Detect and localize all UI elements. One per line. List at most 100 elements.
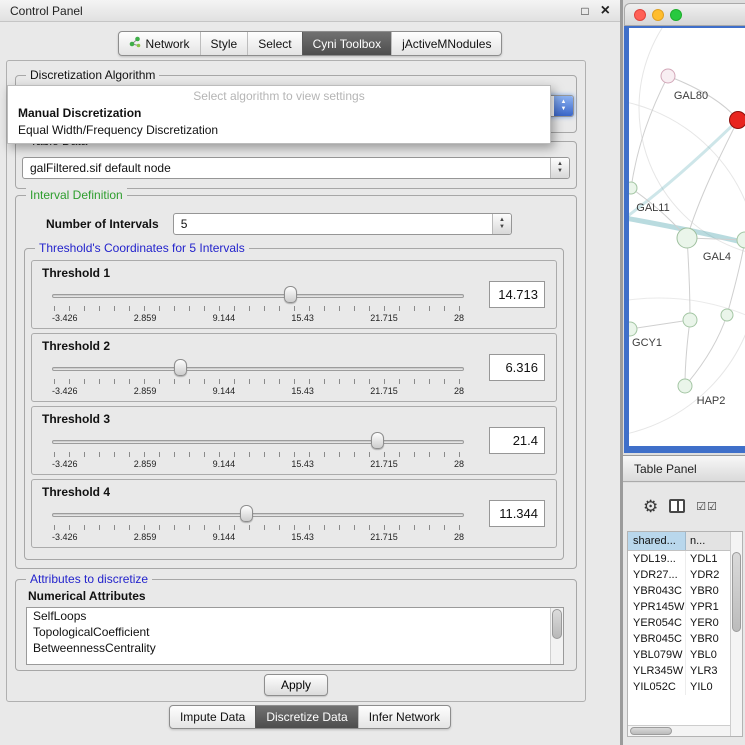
cell-shared-name[interactable]: YDL19...: [628, 551, 686, 567]
network-node[interactable]: [678, 379, 692, 393]
dropdown-placeholder-option[interactable]: Select algorithm to view settings: [8, 86, 550, 105]
table-row[interactable]: YLR345W YLR3: [628, 663, 730, 679]
scrollbar-thumb[interactable]: [552, 609, 562, 639]
threshold-slider[interactable]: -3.426 2.859 9.144 15.43 21.715 28: [52, 285, 464, 327]
slider-track[interactable]: [52, 294, 464, 298]
control-panel-titlebar: Control Panel □ ×: [0, 0, 620, 22]
combo-stepper-icon[interactable]: ▲▼: [554, 96, 573, 116]
table-row[interactable]: YBL079W YBL0: [628, 647, 730, 663]
cell-name[interactable]: YDL1: [686, 551, 730, 567]
attributes-list-scrollbar[interactable]: [550, 608, 563, 664]
cell-name[interactable]: YPR1: [686, 599, 730, 615]
slider-track[interactable]: [52, 440, 464, 444]
table-row[interactable]: YER054C YER0: [628, 615, 730, 631]
network-node[interactable]: [661, 69, 675, 83]
columns-icon[interactable]: [669, 499, 685, 513]
scrollbar-thumb[interactable]: [732, 552, 741, 632]
tab-select[interactable]: Select: [247, 32, 301, 55]
network-node[interactable]: [677, 228, 697, 248]
float-window-icon[interactable]: □: [581, 5, 588, 17]
threshold-slider[interactable]: -3.426 2.859 9.144 15.43 21.715 28: [52, 504, 464, 546]
table-row[interactable]: YPR145W YPR1: [628, 599, 730, 615]
table-horizontal-scrollbar[interactable]: [628, 725, 730, 736]
network-canvas[interactable]: GAL80 GAL11 GAL4 GCY1 HAP2: [629, 28, 745, 446]
cell-name[interactable]: YER0: [686, 615, 730, 631]
network-node[interactable]: [629, 322, 637, 336]
attribute-list-item[interactable]: TopologicalCoefficient: [27, 624, 563, 640]
table-row[interactable]: YBR043C YBR0: [628, 583, 730, 599]
close-icon[interactable]: ×: [601, 3, 610, 19]
threshold-value-field[interactable]: 6.316: [489, 354, 545, 381]
tab-cyni-toolbox[interactable]: Cyni Toolbox: [302, 32, 391, 55]
tab-infer-network[interactable]: Infer Network: [358, 706, 450, 728]
slider-thumb[interactable]: [371, 432, 384, 449]
scale-tick-label: -3.426: [52, 313, 78, 323]
network-node[interactable]: [629, 182, 637, 194]
cell-name[interactable]: YBR0: [686, 583, 730, 599]
slider-track[interactable]: [52, 367, 464, 371]
number-of-intervals-combobox[interactable]: 5 ▲▼: [173, 213, 512, 235]
tab-select-label: Select: [258, 37, 291, 51]
gear-icon[interactable]: ⚙: [643, 498, 658, 515]
cell-shared-name[interactable]: YDR27...: [628, 567, 686, 583]
threshold-value-field[interactable]: 21.4: [489, 427, 545, 454]
table-data-combobox[interactable]: galFiltered.sif default node ▲▼: [22, 157, 570, 179]
scrollbar-thumb[interactable]: [630, 727, 672, 735]
column-header-name[interactable]: n...: [686, 532, 730, 550]
cell-shared-name[interactable]: YLR345W: [628, 663, 686, 679]
cell-shared-name[interactable]: YPR145W: [628, 599, 686, 615]
column-header-shared-name[interactable]: shared...: [628, 532, 686, 550]
slider-thumb[interactable]: [174, 359, 187, 376]
attribute-list-item[interactable]: SelfLoops: [27, 608, 563, 624]
attribute-list-item[interactable]: BetweennessCentrality: [27, 640, 563, 656]
network-node[interactable]: [737, 232, 745, 248]
select-rows-icon[interactable]: ☑☑: [696, 500, 718, 513]
cell-name[interactable]: YBL0: [686, 647, 730, 663]
table-row[interactable]: YDL19... YDL1: [628, 551, 730, 567]
minimize-traffic-light-icon[interactable]: [652, 9, 664, 21]
tab-style[interactable]: Style: [200, 32, 248, 55]
network-node[interactable]: [683, 313, 697, 327]
cell-shared-name[interactable]: YBR045C: [628, 631, 686, 647]
threshold-value-field[interactable]: 11.344: [489, 500, 545, 527]
cell-shared-name[interactable]: YER054C: [628, 615, 686, 631]
combo-stepper-icon[interactable]: ▲▼: [492, 214, 511, 234]
threshold-value-field[interactable]: 14.713: [489, 281, 545, 308]
slider-thumb[interactable]: [240, 505, 253, 522]
tab-jactivemnodules[interactable]: jActiveMNodules: [391, 32, 501, 55]
close-traffic-light-icon[interactable]: [634, 9, 646, 21]
cell-name[interactable]: YLR3: [686, 663, 730, 679]
cell-shared-name[interactable]: YBR043C: [628, 583, 686, 599]
network-node[interactable]: [721, 309, 733, 321]
cell-shared-name[interactable]: YIL052C: [628, 679, 686, 695]
slider-thumb[interactable]: [284, 286, 297, 303]
interval-definition-group: Interval Definition Number of Intervals …: [15, 195, 577, 569]
apply-button[interactable]: Apply: [264, 674, 328, 696]
tab-network[interactable]: Network: [119, 32, 200, 55]
threshold-slider[interactable]: -3.426 2.859 9.144 15.43 21.715 28: [52, 431, 464, 473]
table-panel-title: Table Panel: [634, 462, 697, 476]
tab-impute-data[interactable]: Impute Data: [170, 706, 255, 728]
table-data-combobox-value: galFiltered.sif default node: [30, 161, 171, 175]
scale-tick-label: -3.426: [52, 459, 78, 469]
threshold-slider[interactable]: -3.426 2.859 9.144 15.43 21.715 28: [52, 358, 464, 400]
numerical-attributes-list[interactable]: SelfLoops TopologicalCoefficient Between…: [26, 607, 564, 665]
combo-stepper-icon[interactable]: ▲▼: [550, 158, 569, 178]
table-row[interactable]: YIL052C YIL0: [628, 679, 730, 695]
cell-name[interactable]: YDR2: [686, 567, 730, 583]
dropdown-option-manual-discretization[interactable]: Manual Discretization: [8, 105, 550, 122]
scale-tick-label: 21.715: [370, 459, 398, 469]
slider-track[interactable]: [52, 513, 464, 517]
cell-name[interactable]: YBR0: [686, 631, 730, 647]
table-vertical-scrollbar[interactable]: [730, 532, 742, 736]
cell-name[interactable]: YIL0: [686, 679, 730, 695]
zoom-traffic-light-icon[interactable]: [670, 9, 682, 21]
tab-discretize-data[interactable]: Discretize Data: [255, 706, 357, 728]
dropdown-option-equal-width-frequency[interactable]: Equal Width/Frequency Discretization: [8, 122, 550, 139]
cell-shared-name[interactable]: YBL079W: [628, 647, 686, 663]
table-row[interactable]: YDR27... YDR2: [628, 567, 730, 583]
network-node-selected[interactable]: [730, 112, 745, 129]
table-row[interactable]: YBR045C YBR0: [628, 631, 730, 647]
table-panel-header: Table Panel: [623, 455, 745, 482]
threshold-panel: Threshold 1 -3.426 2.859 9.144 15.43: [31, 260, 557, 329]
